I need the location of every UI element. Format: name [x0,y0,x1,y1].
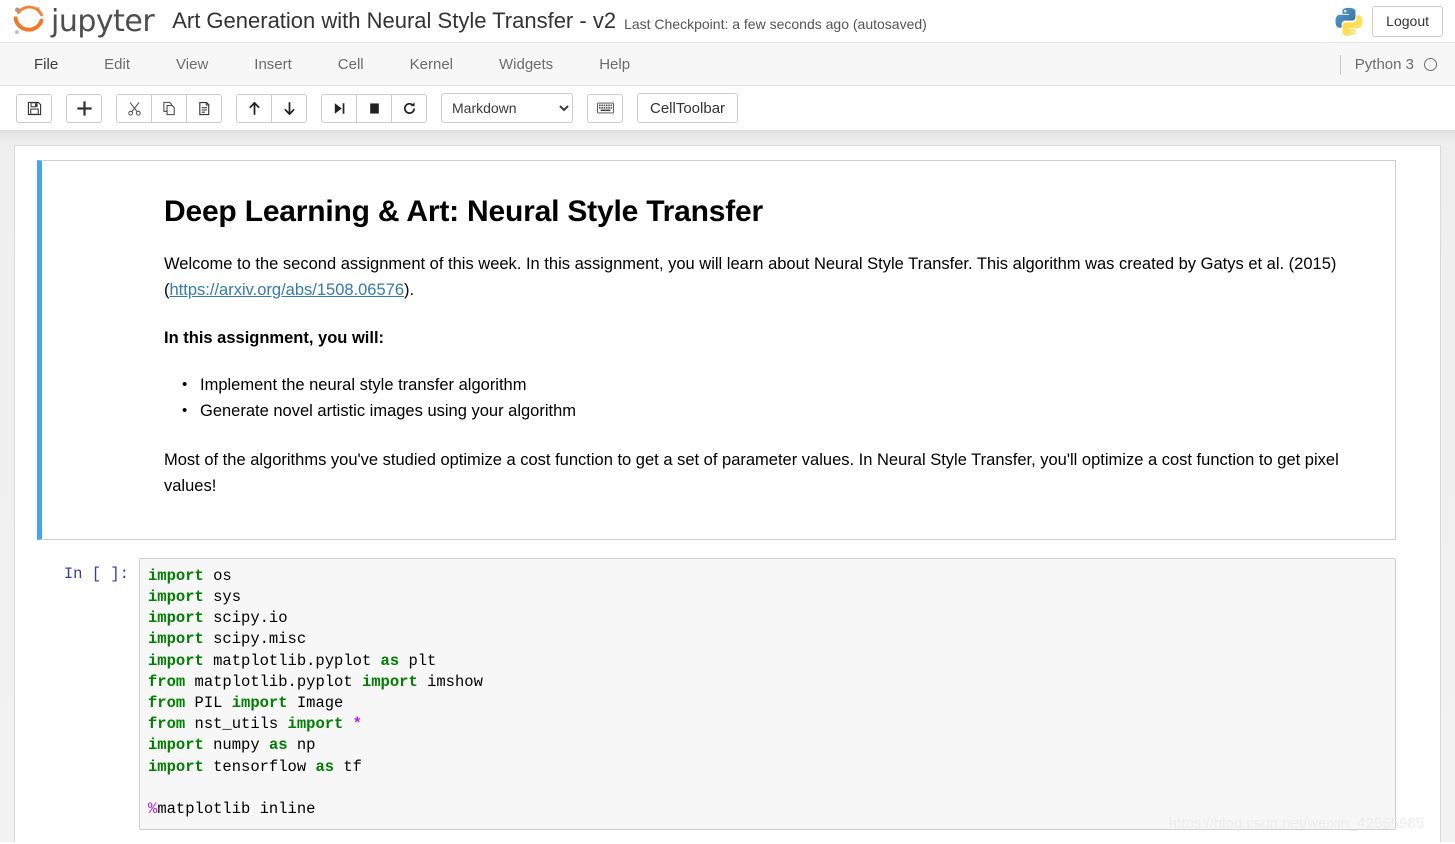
cell-toolbar-button[interactable]: CellToolbar [637,93,739,123]
logout-button[interactable]: Logout [1372,6,1443,37]
code-editor[interactable]: import os import sys import scipy.io imp… [139,557,1396,831]
stop-icon[interactable] [356,93,392,123]
divider [1339,54,1341,75]
menu-item-insert[interactable]: Insert [231,56,315,73]
arrow-up-icon[interactable] [236,93,272,123]
copy-icon[interactable] [151,93,187,123]
notebook-panel: Deep Learning & Art: Neural Style Transf… [14,145,1441,842]
markdown-rendered-body: Deep Learning & Art: Neural Style Transf… [52,195,1385,499]
cell-type-select[interactable]: Markdown [441,93,573,123]
toolbar-group-clipboard [116,93,222,123]
code-source[interactable]: import os import sys import scipy.io imp… [148,566,1387,820]
menu-item-view[interactable]: View [153,56,231,73]
jupyter-wordmark: jupyter [51,4,155,39]
header-right-group: Logout [1334,0,1443,43]
bold-lead-text: In this assignment, you will: [164,329,385,348]
toolbar-group-keyboard [587,93,623,123]
kernel-idle-circle-icon[interactable] [1424,58,1437,71]
page-background: Deep Learning & Art: Neural Style Transf… [0,131,1455,842]
arxiv-paper-link[interactable]: https://arxiv.org/abs/1508.06576 [170,281,405,299]
menu-bar: File Edit View Insert Cell Kernel Widget… [0,43,1455,86]
toolbar-group-insert [66,93,102,123]
run-icon[interactable] [321,93,357,123]
toolbar-group-move [236,93,307,123]
menu-item-widgets[interactable]: Widgets [476,56,576,73]
code-cell[interactable]: In [ ]: import os import sys import scip… [37,557,1396,831]
toolbar-group-save [16,93,52,123]
code-cell-prompt: In [ ]: [63,564,129,583]
markdown-paragraph-cost-function: Most of the algorithms you've studied op… [164,450,1339,495]
checkpoint-status: Last Checkpoint: a few seconds ago (auto… [624,16,927,32]
list-item: Generate novel artistic images using you… [182,399,1375,425]
list-item: Implement the neural style transfer algo… [182,373,1375,399]
kernel-indicator: Python 3 [1339,43,1437,86]
notebook-name[interactable]: Art Generation with Neural Style Transfe… [172,8,616,34]
paste-icon[interactable] [186,93,222,123]
python-logo-icon [1334,6,1364,37]
menu-item-cell[interactable]: Cell [315,56,387,73]
kernel-name: Python 3 [1354,56,1414,73]
paragraph-text-after-link: ). [404,281,415,300]
save-icon[interactable] [16,93,52,123]
notebook-header: jupyter Art Generation with Neural Style… [0,0,1455,43]
jupyter-logo-link[interactable]: jupyter [11,4,155,39]
keyboard-icon[interactable] [587,93,623,123]
menu-item-file[interactable]: File [24,56,81,73]
markdown-cell[interactable]: Deep Learning & Art: Neural Style Transf… [37,160,1396,540]
markdown-bullet-list: Implement the neural style transfer algo… [164,373,1375,424]
arrow-down-icon[interactable] [271,93,307,123]
scissors-icon[interactable] [116,93,152,123]
markdown-paragraph-intro: Welcome to the second assignment of this… [164,251,1375,303]
notebook-container: Deep Learning & Art: Neural Style Transf… [15,146,1440,842]
restart-icon[interactable] [391,93,427,123]
menu-item-help[interactable]: Help [576,56,653,73]
jupyter-logo-icon [11,4,47,38]
markdown-title: Deep Learning & Art: Neural Style Transf… [164,195,763,228]
notebook-toolbar: Markdown CellToolbar [0,86,1455,131]
watermark-text: https://blog.csdn.net/weixin_42555985 [1168,815,1424,832]
plus-icon[interactable] [66,93,102,123]
markdown-bold-lead: In this assignment, you will: [164,325,1375,351]
toolbar-group-run [321,93,427,123]
menu-item-kernel[interactable]: Kernel [387,56,476,73]
menu-item-edit[interactable]: Edit [81,56,153,73]
